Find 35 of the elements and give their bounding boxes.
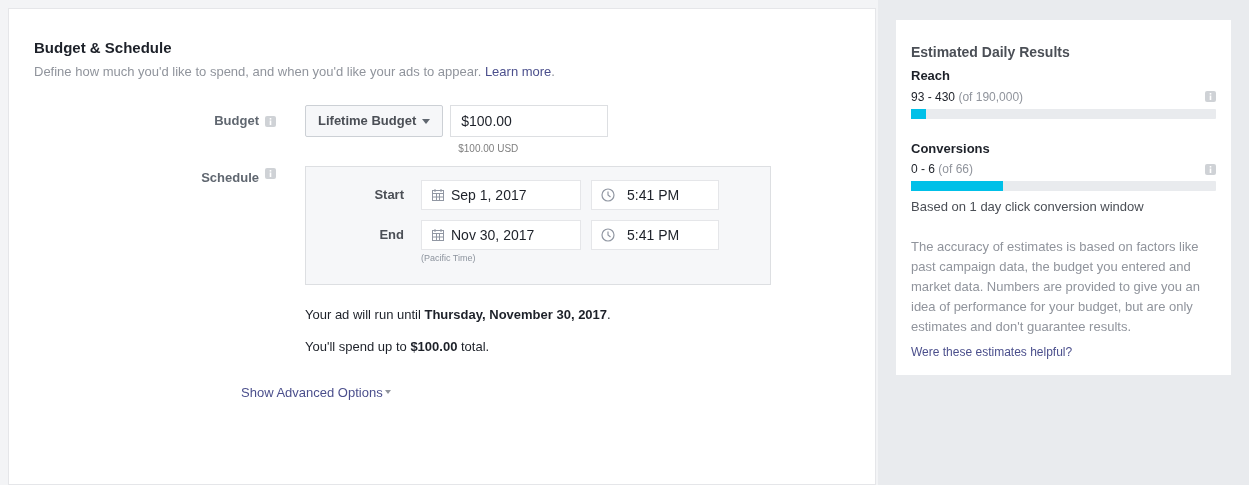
summary-text: You'll spend up to $100.00 total. [305, 338, 491, 356]
clock-icon [601, 228, 615, 242]
amount-note: $100.00 USD [458, 142, 520, 156]
caret-icon [384, 390, 391, 395]
schedule-row-label: End [378, 226, 404, 245]
metric-range: 0 - 6 (of 66) [911, 161, 974, 178]
budget-type-dropdown[interactable]: Lifetime Budget [305, 105, 444, 137]
info-icon[interactable] [265, 115, 276, 127]
metric-name: Reach [911, 67, 952, 85]
schedule-label: Schedule [201, 169, 259, 187]
feedback-link[interactable]: Were these estimates helpful? [911, 342, 1216, 361]
budget-amount-field[interactable]: $100.00 [450, 105, 609, 137]
time-field[interactable]: 5:41 PM [591, 220, 719, 250]
time-field[interactable]: 5:41 PM [591, 180, 719, 210]
show-advanced-options-link[interactable]: Show Advanced Options [241, 382, 391, 402]
section-title: Budget & Schedule [34, 38, 173, 58]
calendar-icon [431, 228, 445, 242]
info-icon[interactable] [1205, 91, 1216, 102]
budget-label: Budget [214, 112, 259, 131]
date-field[interactable]: Sep 1, 2017 [421, 180, 581, 210]
timezone-note: (Pacific Time) [421, 252, 477, 265]
info-icon[interactable] [1205, 163, 1216, 175]
conversion-window-note: Based on 1 day click conversion window [911, 198, 1145, 216]
metric-range: 93 - 430 (of 190,000) [911, 88, 1024, 106]
schedule-row-label: Start [373, 186, 404, 205]
clock-icon [601, 188, 615, 202]
section-description: Define how much you'd like to spend, and when you'd like your ads to appear. Learn more. [34, 62, 556, 81]
summary-text: Your ad will run until Thursday, November 30, 2017. [305, 305, 612, 324]
estimates-title: Estimated Daily Results [911, 43, 1071, 62]
disclaimer-text: The accuracy of estimates is based on factors like past campaign data, the budget you entered and market data. Numbers are provided to give you an idea of performance for your budget, but are only estimates and don't guarantee results. [911, 237, 1202, 336]
caret-icon [422, 118, 431, 124]
info-icon[interactable] [265, 168, 276, 179]
metric-name: Conversions [911, 139, 991, 158]
date-field[interactable]: Nov 30, 2017 [421, 220, 581, 250]
calendar-icon [431, 188, 445, 202]
